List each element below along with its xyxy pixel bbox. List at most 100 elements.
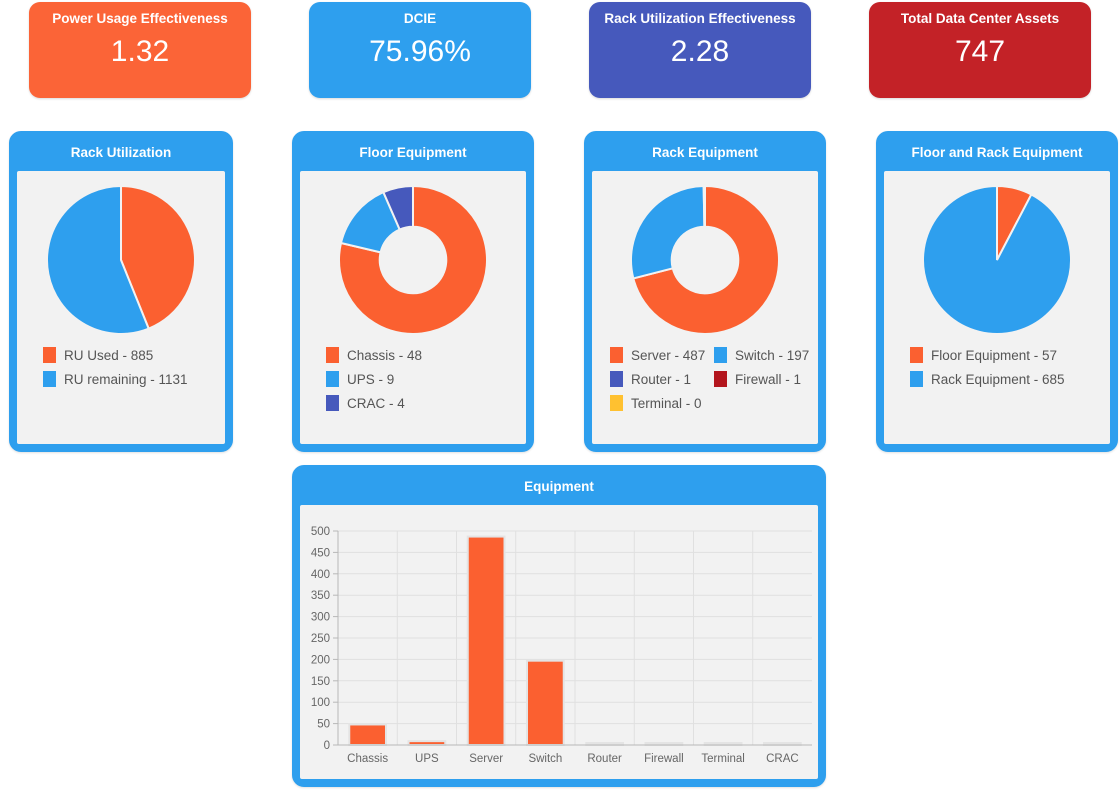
kpi-title: Power Usage Effectiveness bbox=[52, 11, 228, 26]
x-axis-tick-label: Terminal bbox=[701, 753, 744, 765]
legend-swatch-icon bbox=[714, 371, 727, 387]
legend-swatch-icon bbox=[714, 347, 727, 363]
legend-swatch-icon bbox=[326, 371, 339, 387]
x-axis-tick-label: Server bbox=[469, 753, 503, 765]
chart-pie-floor-and-rack-equipment[interactable] bbox=[884, 171, 1110, 335]
legend-item[interactable]: Terminal - 0 bbox=[610, 391, 714, 415]
chart-donut-rack-equipment[interactable] bbox=[592, 171, 818, 335]
y-axis-tick-label: 50 bbox=[317, 719, 330, 731]
legend-label: RU Used - 885 bbox=[64, 347, 154, 363]
bar[interactable] bbox=[348, 723, 387, 746]
legend-item[interactable]: RU remaining - 1131 bbox=[43, 367, 225, 391]
x-axis-tick-label: Firewall bbox=[644, 753, 684, 765]
y-axis-tick-label: 0 bbox=[324, 740, 330, 752]
kpi-card-dcie[interactable]: DCIE 75.96% bbox=[309, 2, 531, 98]
kpi-cell-pue: Power Usage Effectiveness 1.32 bbox=[0, 0, 280, 110]
legend-swatch-icon bbox=[910, 347, 923, 363]
chart-bar-equipment[interactable]: 0 50 100 150 200 250 300 350 400 450 500 Chassis UPS… bbox=[300, 505, 818, 779]
dashboard-page: Power Usage Effectiveness 1.32 DCIE 75.9… bbox=[0, 0, 1120, 800]
legend-label: Switch - 197 bbox=[735, 347, 810, 363]
card-title: Floor Equipment bbox=[294, 133, 532, 171]
kpi-title: Rack Utilization Effectiveness bbox=[604, 11, 796, 26]
chart-donut-floor-equipment[interactable] bbox=[300, 171, 526, 335]
kpi-card-rack-utilization-effectiveness[interactable]: Rack Utilization Effectiveness 2.28 bbox=[589, 2, 811, 98]
chart-legend: Floor Equipment - 57 Rack Equipment - 685 bbox=[884, 335, 1110, 391]
card-floor-equipment[interactable]: Floor Equipment Chassis - 48 UPS - 9 CRAC … bbox=[292, 131, 534, 452]
legend-item[interactable]: CRAC - 4 bbox=[326, 391, 526, 415]
card-title: Rack Equipment bbox=[586, 133, 824, 171]
card-body: Floor Equipment - 57 Rack Equipment - 685 bbox=[884, 171, 1110, 444]
legend-item[interactable]: Switch - 197 bbox=[714, 343, 818, 367]
kpi-title: DCIE bbox=[403, 11, 437, 26]
card-body: Server - 487 Switch - 197 Router - 1 Firewa… bbox=[592, 171, 818, 444]
y-axis-tick-label: 200 bbox=[311, 654, 330, 666]
card-title: Equipment bbox=[294, 467, 824, 505]
legend-label: CRAC - 4 bbox=[347, 395, 405, 411]
x-axis-tick-label: UPS bbox=[415, 753, 439, 765]
card-floor-and-rack-equipment[interactable]: Floor and Rack Equipment Floor Equipment… bbox=[876, 131, 1118, 452]
kpi-title: Total Data Center Assets bbox=[900, 11, 1060, 26]
legend-label: Floor Equipment - 57 bbox=[931, 347, 1058, 363]
legend-label: Chassis - 48 bbox=[347, 347, 423, 363]
x-axis-tick-label: Router bbox=[587, 753, 622, 765]
kpi-cell-dcie: DCIE 75.96% bbox=[280, 0, 560, 110]
y-axis-tick-label: 150 bbox=[311, 676, 330, 688]
y-axis-tick-label: 300 bbox=[311, 612, 330, 624]
y-axis-tick-label: 100 bbox=[311, 697, 330, 709]
kpi-card-total-data-center-assets[interactable]: Total Data Center Assets 747 bbox=[869, 2, 1091, 98]
legend-item[interactable]: UPS - 9 bbox=[326, 367, 526, 391]
legend-item[interactable]: Firewall - 1 bbox=[714, 367, 818, 391]
legend-item[interactable]: Floor Equipment - 57 bbox=[910, 343, 1110, 367]
bar[interactable] bbox=[407, 740, 447, 746]
legend-label: Server - 487 bbox=[631, 347, 706, 363]
x-axis-tick-label: CRAC bbox=[766, 753, 799, 765]
kpi-card-power-usage-effectiveness[interactable]: Power Usage Effectiveness 1.32 bbox=[29, 2, 251, 98]
legend-item[interactable]: Server - 487 bbox=[610, 343, 714, 367]
legend-label: Firewall - 1 bbox=[735, 371, 802, 387]
kpi-value: 747 bbox=[954, 35, 1006, 68]
legend-item[interactable]: Chassis - 48 bbox=[326, 343, 526, 367]
kpi-value: 75.96% bbox=[369, 35, 471, 68]
bar[interactable] bbox=[466, 535, 506, 747]
legend-label: Rack Equipment - 685 bbox=[931, 371, 1065, 387]
x-axis-tick-label: Chassis bbox=[347, 753, 388, 765]
pie-slice[interactable] bbox=[703, 185, 706, 228]
legend-item[interactable]: Router - 1 bbox=[610, 367, 714, 391]
pie-slice[interactable] bbox=[630, 185, 706, 280]
card-body: 0 50 100 150 200 250 300 350 400 450 500 Chassis UPS… bbox=[300, 505, 818, 779]
legend-swatch-icon bbox=[610, 371, 623, 387]
y-axis-tick-label: 350 bbox=[311, 590, 330, 602]
pie-slice[interactable] bbox=[922, 185, 1072, 335]
legend-swatch-icon bbox=[43, 347, 56, 363]
kpi-cell-total-assets: Total Data Center Assets 747 bbox=[840, 0, 1120, 110]
card-rack-utilization[interactable]: Rack Utilization RU Used - 885 RU remaini… bbox=[9, 131, 233, 452]
legend-label: UPS - 9 bbox=[347, 371, 395, 387]
chart-legend: RU Used - 885 RU remaining - 1131 bbox=[17, 335, 225, 391]
card-rack-equipment[interactable]: Rack Equipment Server - 487 Switch - 197 R… bbox=[584, 131, 826, 452]
card-body: RU Used - 885 RU remaining - 1131 bbox=[17, 171, 225, 444]
kpi-value: 2.28 bbox=[670, 35, 730, 68]
card-equipment-bar-chart[interactable]: Equipment 0 50 100 150 200 250 300 350 400 450 500… bbox=[292, 465, 826, 787]
pie-canvas bbox=[338, 185, 488, 335]
x-axis-tick-label: Switch bbox=[528, 753, 562, 765]
legend-swatch-icon bbox=[910, 371, 923, 387]
chart-pie-rack-utilization[interactable] bbox=[17, 171, 225, 335]
legend-item[interactable]: Rack Equipment - 685 bbox=[910, 367, 1110, 391]
kpi-cell-rue: Rack Utilization Effectiveness 2.28 bbox=[560, 0, 840, 110]
y-axis-tick-label: 500 bbox=[311, 526, 330, 538]
pie-canvas bbox=[922, 185, 1072, 335]
y-axis-tick-label: 400 bbox=[311, 569, 330, 581]
legend-swatch-icon bbox=[43, 371, 56, 387]
legend-swatch-icon bbox=[610, 395, 623, 411]
legend-swatch-icon bbox=[326, 347, 339, 363]
y-axis-tick-label: 250 bbox=[311, 633, 330, 645]
legend-swatch-icon bbox=[610, 347, 623, 363]
legend-swatch-icon bbox=[326, 395, 339, 411]
legend-label: RU remaining - 1131 bbox=[64, 371, 188, 387]
legend-item[interactable]: RU Used - 885 bbox=[43, 343, 225, 367]
chart-legend: Server - 487 Switch - 197 Router - 1 Firewa… bbox=[592, 335, 818, 415]
kpi-row: Power Usage Effectiveness 1.32 DCIE 75.9… bbox=[0, 0, 1120, 110]
y-axis-tick-label: 450 bbox=[311, 547, 330, 559]
bar[interactable] bbox=[526, 659, 565, 747]
kpi-value: 1.32 bbox=[110, 35, 170, 68]
